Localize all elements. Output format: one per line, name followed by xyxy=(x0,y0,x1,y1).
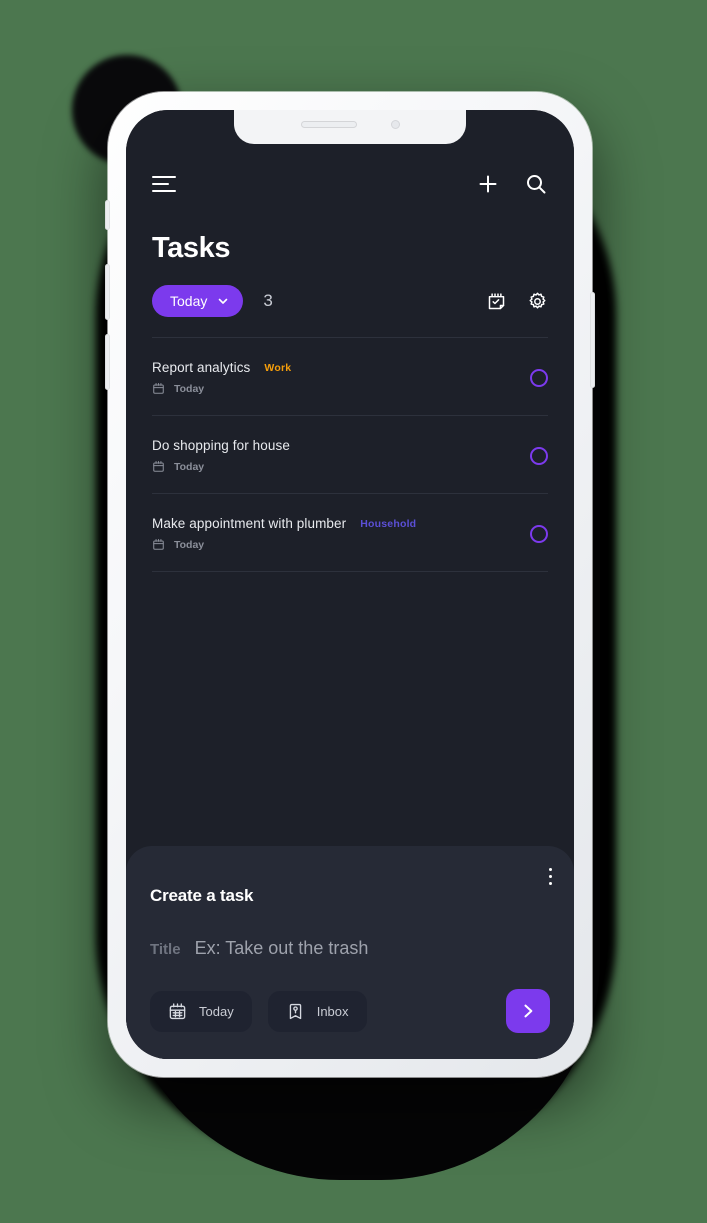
task-title-line: Do shopping for house xyxy=(152,438,304,453)
gear-icon[interactable] xyxy=(527,291,548,312)
list-chip-label: Inbox xyxy=(316,1003,349,1019)
filter-actions xyxy=(486,291,548,312)
task-title: Report analytics xyxy=(152,360,251,375)
task-content: Report analytics Work Today xyxy=(152,360,291,395)
calendar-icon xyxy=(168,1002,187,1021)
task-date: Today xyxy=(174,460,205,473)
due-date-chip-label: Today xyxy=(199,1003,234,1019)
task-checkbox[interactable] xyxy=(530,446,548,465)
phone-notch xyxy=(234,110,466,144)
task-checkbox[interactable] xyxy=(530,524,548,543)
task-title: Do shopping for house xyxy=(152,438,290,453)
task-content: Do shopping for house Today xyxy=(152,438,304,473)
calendar-icon xyxy=(152,460,165,473)
task-meta: Today xyxy=(152,460,304,473)
task-tag: Work xyxy=(264,361,292,374)
task-title: Make appointment with plumber xyxy=(152,516,347,531)
task-tag: Household xyxy=(360,517,417,530)
calendar-icon xyxy=(152,382,165,395)
phone-frame: Tasks Today 3 Report analytics Work Toda… xyxy=(105,92,595,1077)
table-row[interactable]: Make appointment with plumber Household xyxy=(152,494,548,572)
inbox-tag-icon xyxy=(286,1002,305,1021)
topbar-actions xyxy=(476,172,548,196)
task-meta: Today xyxy=(152,382,291,395)
submit-task-button[interactable] xyxy=(506,989,550,1033)
earpiece-speaker xyxy=(300,120,357,128)
list-empty-space xyxy=(126,572,574,846)
table-row[interactable]: Report analytics Work Today xyxy=(152,338,548,416)
task-checkbox[interactable] xyxy=(530,368,548,387)
table-row[interactable]: Do shopping for house Today xyxy=(152,416,548,494)
task-title-line: Report analytics Work xyxy=(152,360,291,375)
plus-icon[interactable] xyxy=(476,172,500,196)
power-button[interactable] xyxy=(590,292,595,388)
search-icon[interactable] xyxy=(524,172,548,196)
task-meta: Today xyxy=(152,538,416,551)
title-field-placeholder: Ex: Take out the trash xyxy=(194,938,369,958)
volume-down-button[interactable] xyxy=(105,334,110,390)
hamburger-menu-icon[interactable] xyxy=(152,176,176,192)
page-title: Tasks xyxy=(152,232,231,264)
create-task-panel: Create a task Title Ex: Take out the tra… xyxy=(126,846,574,1059)
task-date: Today xyxy=(174,538,205,551)
phone-screen: Tasks Today 3 Report analytics Work Toda… xyxy=(126,110,574,1059)
task-list: Report analytics Work Today Do shopping … xyxy=(126,338,574,572)
due-date-chip[interactable]: Today xyxy=(150,990,252,1032)
front-camera xyxy=(390,119,400,129)
more-vertical-icon[interactable] xyxy=(549,868,552,885)
title-field-label: Title xyxy=(150,941,181,958)
today-filter-pill[interactable]: Today xyxy=(152,285,244,317)
task-title-field[interactable]: Title Ex: Take out the trash xyxy=(150,938,550,959)
tasks-app: Tasks Today 3 Report analytics Work Toda… xyxy=(126,110,574,1059)
note-check-icon[interactable] xyxy=(486,291,507,312)
volume-up-button[interactable] xyxy=(105,264,110,320)
chevron-down-icon xyxy=(217,295,229,307)
silent-switch-button[interactable] xyxy=(105,200,110,230)
task-title-line: Make appointment with plumber Household xyxy=(152,516,416,531)
chevron-right-icon xyxy=(518,1001,538,1021)
task-count: 3 xyxy=(263,291,273,310)
page-header: Tasks xyxy=(126,206,574,265)
calendar-icon xyxy=(152,538,165,551)
task-content: Make appointment with plumber Household xyxy=(152,516,416,551)
today-filter-label: Today xyxy=(170,293,208,309)
list-chip[interactable]: Inbox xyxy=(267,990,367,1032)
create-task-heading: Create a task xyxy=(150,886,254,905)
mockup-stage: Tasks Today 3 Report analytics Work Toda… xyxy=(0,0,707,1223)
filter-row: Today 3 xyxy=(126,265,574,317)
create-task-actions: Today Inbox xyxy=(150,989,550,1033)
task-date: Today xyxy=(174,382,205,395)
